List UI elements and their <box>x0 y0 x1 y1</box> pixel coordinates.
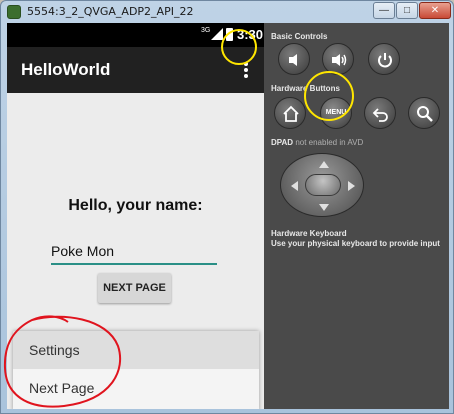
dpad <box>280 153 364 217</box>
minimize-button[interactable]: — <box>373 2 395 19</box>
search-icon <box>417 106 433 122</box>
dpad-right-icon[interactable] <box>348 181 355 191</box>
maximize-button[interactable]: □ <box>396 2 418 19</box>
volume-down-icon <box>289 54 297 66</box>
keyboard-label: Hardware Keyboard <box>271 229 347 238</box>
dpad-up-icon[interactable] <box>319 161 329 168</box>
name-input[interactable] <box>51 239 217 265</box>
dpad-title: DPAD <box>271 138 294 147</box>
back-icon <box>372 108 388 122</box>
dpad-label: DPAD not enabled in AVD <box>271 138 363 147</box>
close-button[interactable]: ✕ <box>419 2 451 19</box>
dpad-center-button[interactable] <box>305 174 341 196</box>
volume-up-icon <box>332 54 347 66</box>
home-button[interactable] <box>274 97 306 129</box>
keyboard-note: Use your physical keyboard to provide in… <box>271 239 440 248</box>
app-title: HelloWorld <box>21 60 111 79</box>
basic-controls-label: Basic Controls <box>271 32 328 41</box>
back-button[interactable] <box>364 97 396 129</box>
dpad-down-icon[interactable] <box>319 204 329 211</box>
network-type: 3G <box>201 27 211 34</box>
volume-down-button[interactable] <box>278 43 310 75</box>
signal-icon <box>211 28 223 40</box>
overflow-highlight-circle <box>221 29 257 65</box>
android-app-icon <box>7 5 21 19</box>
keyboard-info: Hardware Keyboard Use your physical keyb… <box>271 229 440 249</box>
controls-panel: Basic Controls Hardware Buttons MENU DPA… <box>264 23 449 409</box>
home-icon <box>283 105 299 122</box>
dpad-left-icon[interactable] <box>291 181 298 191</box>
menu-highlight-circle <box>304 71 354 121</box>
menu-highlight-scribble <box>3 315 122 408</box>
power-button[interactable] <box>368 43 400 75</box>
next-page-button[interactable]: NEXT PAGE <box>98 273 171 303</box>
window-titlebar[interactable]: 5554:3_2_QVGA_ADP2_API_22 — □ ✕ <box>1 1 453 23</box>
search-button[interactable] <box>408 97 440 129</box>
name-prompt: Hello, your name: <box>68 197 203 214</box>
power-icon <box>378 53 392 68</box>
dpad-note: not enabled in AVD <box>295 138 364 147</box>
window-title: 5554:3_2_QVGA_ADP2_API_22 <box>27 5 194 18</box>
